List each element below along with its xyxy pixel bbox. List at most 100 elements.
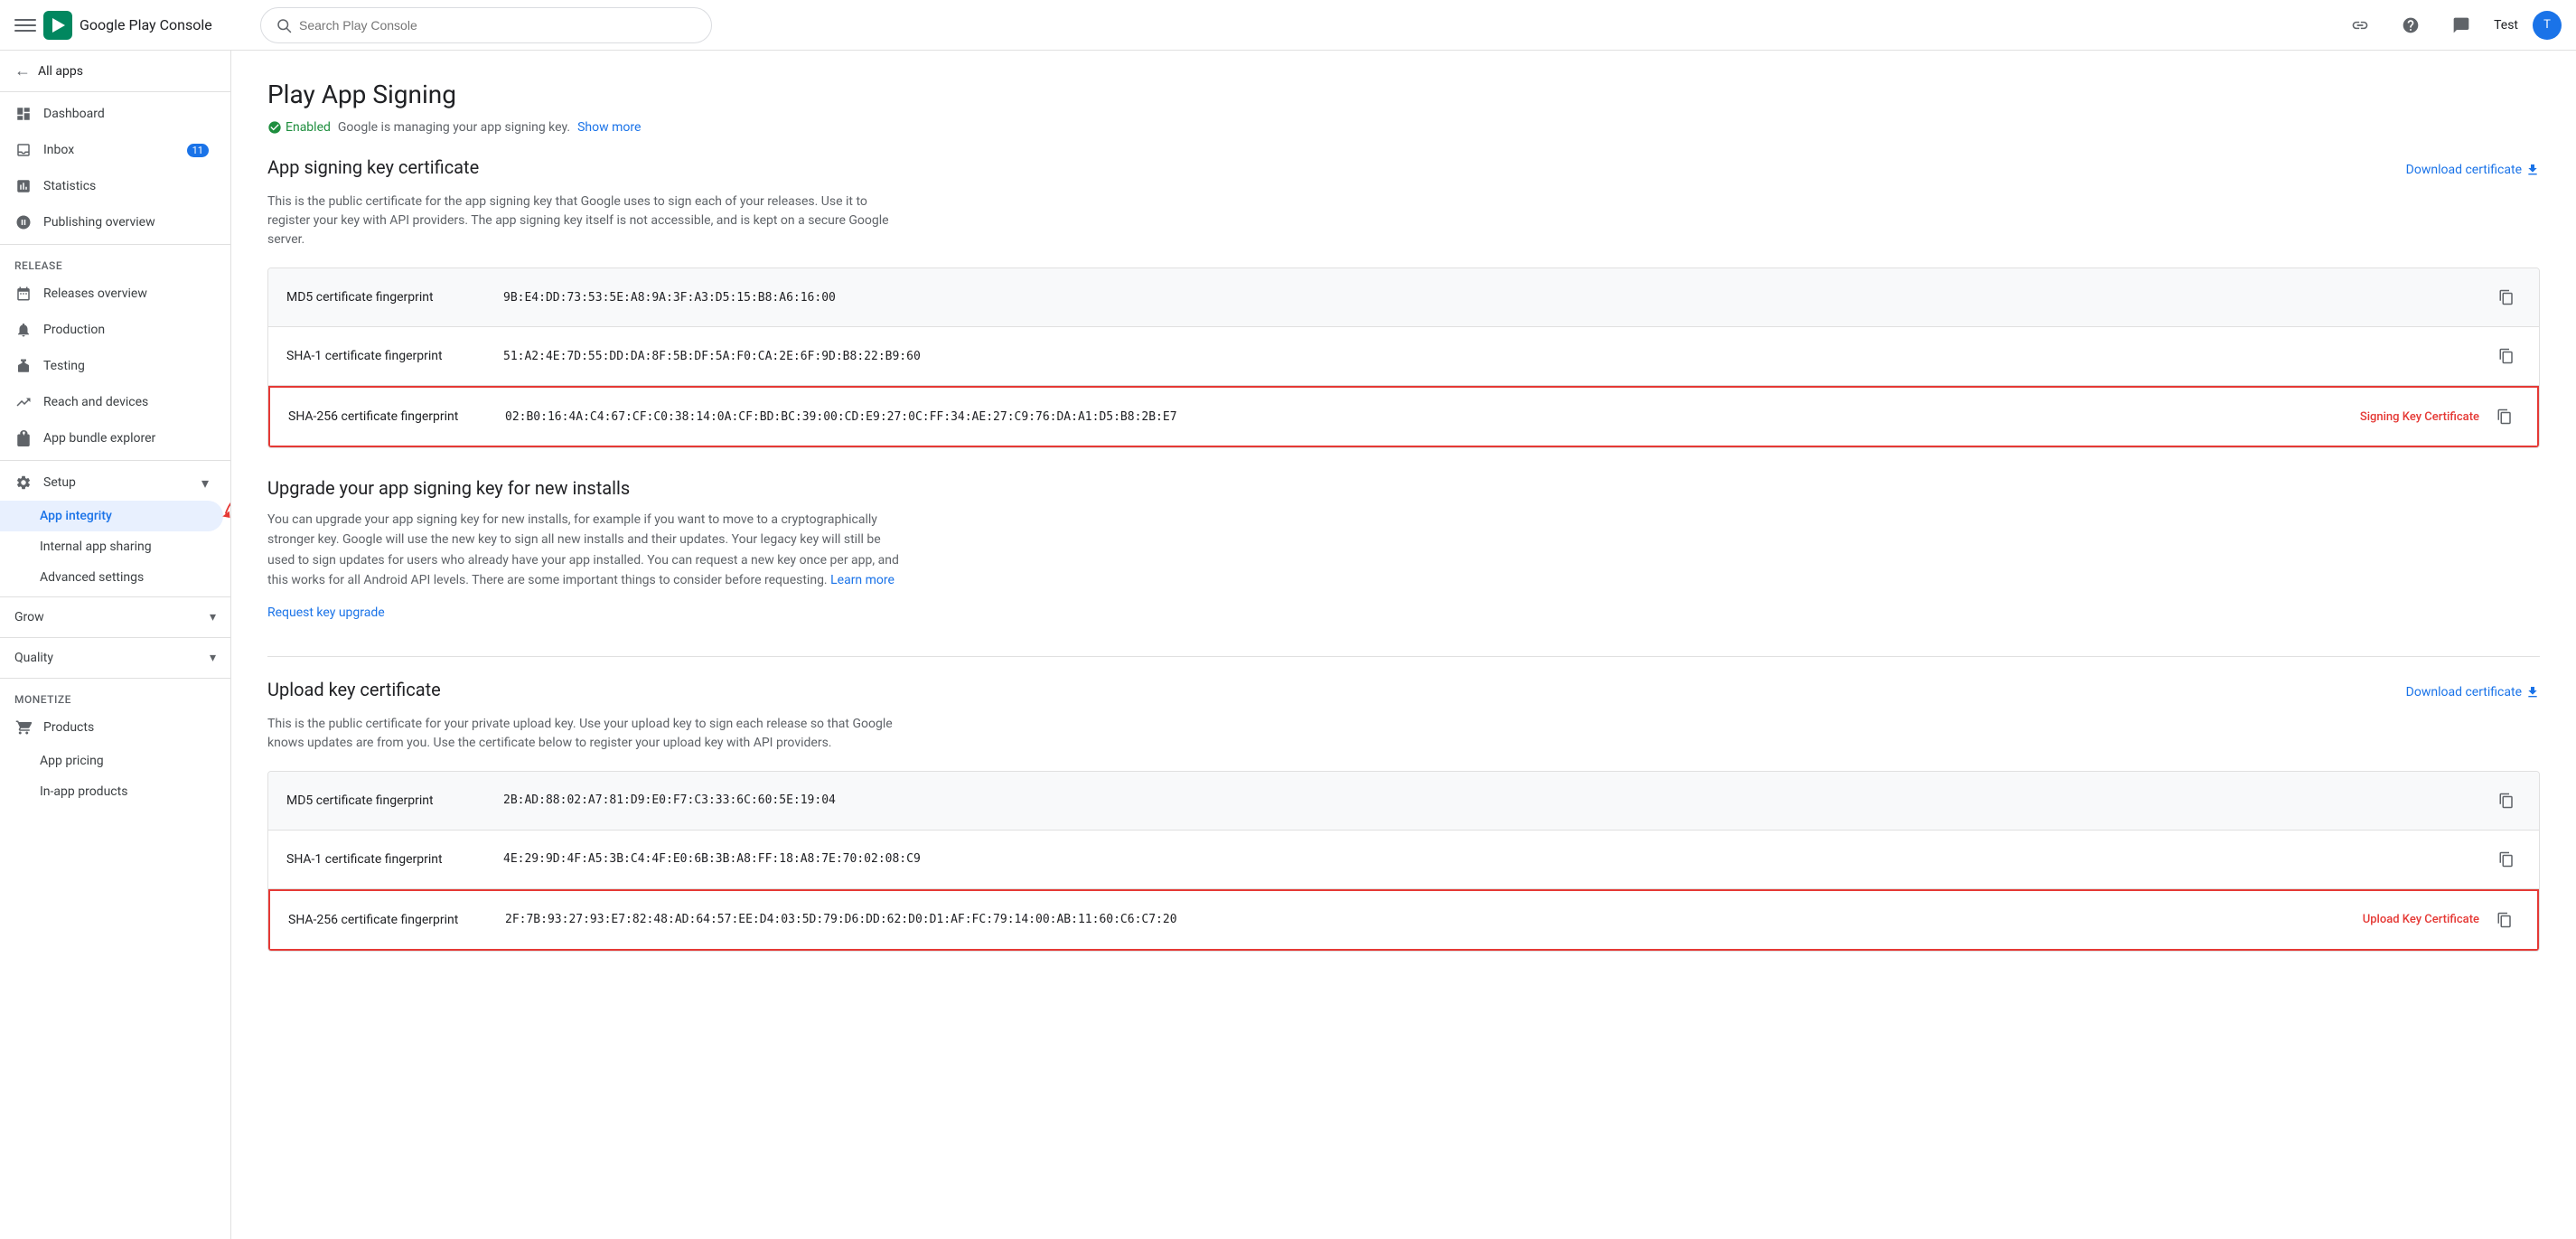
all-apps-button[interactable]: ← All apps — [0, 51, 230, 92]
publishing-label: Publishing overview — [43, 215, 155, 230]
upload-sha256-value: 2F:7B:93:27:93:E7:82:48:AD:64:57:EE:D4:0… — [505, 913, 2363, 926]
advanced-settings-label: Advanced settings — [40, 570, 144, 585]
upload-sha1-label: SHA-1 certificate fingerprint — [286, 852, 503, 867]
show-more-link[interactable]: Show more — [577, 120, 641, 135]
grow-expand-icon: ▾ — [210, 610, 216, 624]
grow-label: Grow — [14, 610, 44, 624]
upload-download-icon — [2525, 685, 2540, 699]
divider-5 — [0, 678, 230, 679]
search-icon — [276, 17, 292, 33]
dashboard-icon — [14, 105, 33, 123]
sidebar-item-products[interactable]: Products — [0, 709, 223, 746]
products-label: Products — [43, 720, 94, 735]
releases-overview-label: Releases overview — [43, 286, 147, 301]
releases-overview-icon — [14, 285, 33, 303]
app-signing-section: App signing key certificate Download cer… — [267, 156, 2540, 448]
upload-sha1-copy-button[interactable] — [2492, 845, 2521, 874]
upgrade-section: Upgrade your app signing key for new ins… — [267, 477, 2540, 620]
sidebar-item-app-bundle[interactable]: App bundle explorer — [0, 420, 223, 456]
upload-download-label: Download certificate — [2406, 685, 2522, 699]
divider-4 — [0, 637, 230, 638]
app-signing-cert-table: MD5 certificate fingerprint 9B:E4:DD:73:… — [267, 268, 2540, 448]
sha256-label: SHA-256 certificate fingerprint — [288, 409, 505, 424]
app-name: Google Play Console — [80, 16, 212, 33]
topbar: Google Play Console Test T — [0, 0, 2576, 51]
setup-label: Setup — [43, 475, 76, 490]
avatar[interactable]: T — [2533, 11, 2562, 40]
app-bundle-icon — [14, 429, 33, 447]
sidebar-item-in-app-products[interactable]: In-app products — [0, 776, 223, 807]
sha256-value: 02:B0:16:4A:C4:67:CF:C0:38:14:0A:CF:BD:B… — [505, 410, 2360, 424]
sidebar-item-internal-sharing[interactable]: Internal app sharing — [0, 531, 223, 562]
upload-sha256-label: SHA-256 certificate fingerprint — [288, 913, 505, 927]
quality-expand-icon: ▾ — [210, 651, 216, 665]
in-app-products-label: In-app products — [40, 784, 127, 799]
sidebar-item-testing[interactable]: Testing — [0, 348, 223, 384]
monetize-section-header: Monetize — [0, 682, 230, 709]
upload-key-desc: This is the public certificate for your … — [267, 715, 900, 753]
status-enabled: Enabled — [267, 120, 331, 135]
learn-more-link[interactable]: Learn more — [830, 573, 895, 587]
upload-key-download-link[interactable]: Download certificate — [2406, 685, 2540, 699]
app-signing-title: App signing key certificate — [267, 156, 2406, 178]
sidebar-item-app-integrity[interactable]: App integrity — [0, 501, 223, 531]
content-area: Play App Signing Enabled Google is manag… — [231, 51, 2576, 1239]
md5-copy-button[interactable] — [2492, 283, 2521, 312]
sidebar-item-releases-overview[interactable]: Releases overview — [0, 276, 223, 312]
sha1-copy-button[interactable] — [2492, 342, 2521, 371]
app-pricing-label: App pricing — [40, 754, 104, 768]
app-signing-desc: This is the public certificate for the a… — [267, 192, 900, 249]
release-section-header: Release — [0, 249, 230, 276]
md5-label: MD5 certificate fingerprint — [286, 290, 503, 305]
sidebar-item-setup[interactable]: Setup ▾ — [0, 465, 223, 501]
inbox-label: Inbox — [43, 143, 74, 157]
sidebar-item-reach-devices[interactable]: Reach and devices — [0, 384, 223, 420]
feedback-icon-btn[interactable] — [2443, 7, 2479, 43]
help-icon-btn[interactable] — [2393, 7, 2429, 43]
check-circle-icon — [267, 120, 282, 135]
divider-2 — [0, 460, 230, 461]
sidebar-item-production[interactable]: Production — [0, 312, 223, 348]
production-icon — [14, 321, 33, 339]
upload-cert-row-sha256: SHA-256 certificate fingerprint 2F:7B:93… — [268, 889, 2539, 951]
cert-row-sha1: SHA-1 certificate fingerprint 51:A2:4E:7… — [268, 327, 2539, 386]
sidebar-item-quality[interactable]: Quality ▾ — [0, 642, 230, 674]
upload-md5-label: MD5 certificate fingerprint — [286, 793, 503, 808]
upload-md5-value: 2B:AD:88:02:A7:81:D9:E0:F7:C3:33:6C:60:5… — [503, 793, 2492, 807]
sidebar-item-inbox[interactable]: Inbox 11 — [0, 132, 223, 168]
upload-key-header-row: Upload key certificate Download certific… — [267, 679, 2540, 708]
search-input[interactable] — [299, 18, 697, 33]
testing-icon — [14, 357, 33, 375]
sidebar-item-dashboard[interactable]: Dashboard — [0, 96, 223, 132]
sidebar-item-advanced-settings[interactable]: Advanced settings — [0, 562, 223, 593]
logo-area: Google Play Console — [43, 11, 212, 40]
sidebar-item-app-pricing[interactable]: App pricing — [0, 746, 223, 776]
app-signing-download-link[interactable]: Download certificate — [2406, 163, 2540, 177]
sha1-label: SHA-1 certificate fingerprint — [286, 349, 503, 363]
sidebar-item-grow[interactable]: Grow ▾ — [0, 601, 230, 634]
upload-sha256-copy-button[interactable] — [2490, 906, 2519, 934]
avatar-initials: T — [2543, 18, 2551, 32]
search-bar[interactable] — [260, 7, 712, 43]
link-icon-btn[interactable] — [2342, 7, 2378, 43]
app-signing-header-row: App signing key certificate Download cer… — [267, 156, 2540, 185]
sha1-value: 51:A2:4E:7D:55:DD:DA:8F:5B:DF:5A:F0:CA:2… — [503, 350, 2492, 363]
statistics-icon — [14, 177, 33, 195]
page-title: Play App Signing — [267, 80, 2540, 109]
upload-md5-copy-button[interactable] — [2492, 786, 2521, 815]
setup-icon — [14, 474, 33, 492]
upload-key-title: Upload key certificate — [267, 679, 2406, 700]
upload-sha1-value: 4E:29:9D:4F:A5:3B:C4:4F:E0:6B:3B:A8:FF:1… — [503, 852, 2492, 866]
setup-expand-icon: ▾ — [201, 474, 209, 492]
enabled-label: Enabled — [286, 120, 331, 135]
sidebar-item-publishing[interactable]: Publishing overview — [0, 204, 223, 240]
upload-key-tag: Upload Key Certificate — [2363, 913, 2479, 926]
download-label: Download certificate — [2406, 163, 2522, 177]
statistics-label: Statistics — [43, 179, 96, 193]
sha256-copy-button[interactable] — [2490, 402, 2519, 431]
inbox-icon — [14, 141, 33, 159]
sidebar-item-statistics[interactable]: Statistics — [0, 168, 223, 204]
topbar-left: Google Play Console — [14, 11, 249, 40]
request-key-upgrade-link[interactable]: Request key upgrade — [267, 605, 385, 620]
menu-icon[interactable] — [14, 14, 36, 36]
